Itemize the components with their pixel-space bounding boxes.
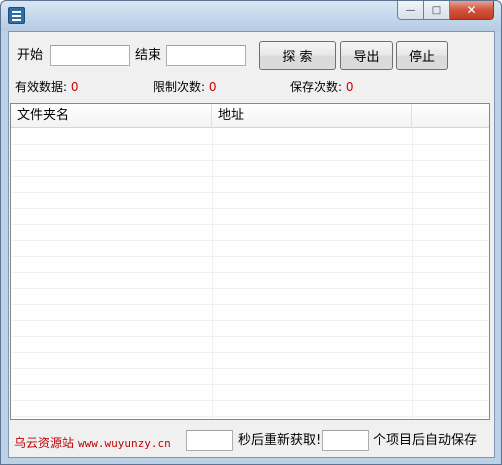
limit-count-value: 0 [208,80,217,94]
refresh-label: 秒后重新获取! [238,433,322,448]
list-header: 文件夹名 地址 [11,104,489,128]
end-label: 结束 [135,48,162,63]
grid-row-line [11,416,489,417]
save-count-value: 0 [345,80,354,94]
grid-row-line [11,240,489,241]
limit-count-stat: 限制次数: 0 [153,78,217,95]
save-count-stat: 保存次数: 0 [290,78,354,95]
title-bar[interactable]: — □ ✕ [1,1,501,31]
start-label: 开始 [17,48,44,63]
client-area: 开始 结束 探 索 导出 停止 有效数据: 0 限制次数: 0 保存次数: 0 … [8,31,495,458]
grid-column-line [412,128,413,419]
grid-row-line [11,384,489,385]
grid-row-line [11,160,489,161]
start-input[interactable] [50,45,130,66]
autosave-count-input[interactable] [322,430,369,451]
grid-row-line [11,144,489,145]
valid-data-value: 0 [70,80,79,94]
minimize-button[interactable]: — [397,1,424,20]
grid-row-line [11,192,489,193]
brand-url[interactable]: www.wuyunzy.cn [78,437,171,450]
close-button[interactable]: ✕ [450,1,494,20]
end-input[interactable] [166,45,246,66]
stop-button[interactable]: 停止 [396,41,448,70]
autosave-label: 个项目后自动保存 [373,433,478,448]
search-button[interactable]: 探 索 [259,41,336,70]
grid-row-line [11,352,489,353]
brand-name: 乌云资源站 [14,436,75,450]
grid-row-line [11,368,489,369]
grid-column-line [212,128,213,419]
refresh-seconds-input[interactable] [186,430,233,451]
window-controls: — □ ✕ [397,1,494,20]
grid-row-line [11,224,489,225]
column-header-folder[interactable]: 文件夹名 [11,104,212,128]
grid-row-line [11,176,489,177]
export-button[interactable]: 导出 [340,41,393,70]
grid-row-line [11,400,489,401]
column-header-address[interactable]: 地址 [212,104,412,128]
app-window: — □ ✕ 开始 结束 探 索 导出 停止 有效数据: 0 限制次数: 0 保存… [0,0,502,465]
grid-row-line [11,288,489,289]
app-icon [8,7,25,24]
grid-row-line [11,256,489,257]
maximize-button[interactable]: □ [424,1,450,20]
column-header-extra[interactable] [412,104,489,128]
grid-row-line [11,304,489,305]
grid-row-line [11,272,489,273]
grid-row-line [11,208,489,209]
save-count-label: 保存次数: [290,80,343,94]
limit-count-label: 限制次数: [153,80,206,94]
grid-row-line [11,336,489,337]
results-list[interactable]: 文件夹名 地址 [10,103,490,420]
grid-row-line [11,320,489,321]
valid-data-label: 有效数据: [15,80,68,94]
valid-data-stat: 有效数据: 0 [15,78,79,95]
brand-text: 乌云资源站 www.wuyunzy.cn [14,434,171,451]
